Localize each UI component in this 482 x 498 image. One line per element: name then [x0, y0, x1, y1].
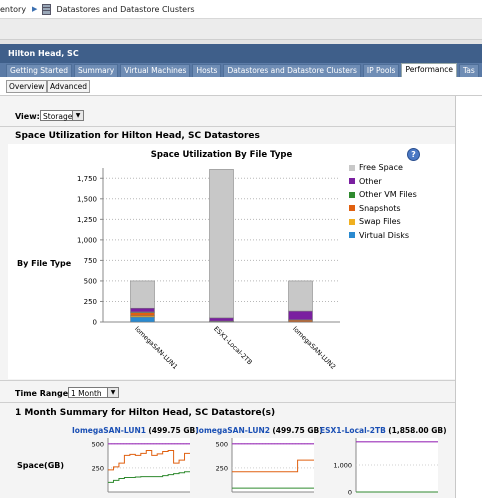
tab-summary[interactable]: Summary: [74, 64, 119, 77]
legend-label: Virtual Disks: [359, 230, 410, 240]
tab-hosts[interactable]: Hosts: [192, 64, 222, 77]
datastore-header: IomegaSAN-LUN1 (499.75 GB): [72, 426, 199, 435]
bar-segment: [130, 280, 155, 309]
x-tick-label: IomegaSAN-LUN2: [291, 325, 337, 371]
breadcrumb-current[interactable]: Datastores and Datastore Clusters: [56, 5, 194, 14]
tab-performance[interactable]: Performance: [401, 63, 457, 77]
right-panel: [456, 96, 482, 498]
mini-plot-area: [108, 438, 190, 492]
subtab-advanced[interactable]: Advanced: [47, 80, 91, 93]
space-utilization-chart: Space Utilization By File Type 0 250 500 750…: [77, 150, 340, 371]
y-tick-label: 1,250: [77, 216, 97, 224]
breadcrumb-separator-icon: ▶: [32, 5, 38, 13]
x-tick-label: IomegaSAN-LUN1: [133, 325, 179, 371]
mini-y-tick-label: 500: [92, 440, 104, 448]
mini-y-tick-label: 250: [92, 464, 104, 472]
chevron-down-icon: ▼: [72, 111, 83, 120]
view-select[interactable]: Storage ▼: [40, 110, 84, 121]
chevron-down-icon: ▼: [107, 388, 118, 397]
bar-segment: [288, 280, 313, 312]
legend-label: Snapshots: [359, 203, 401, 213]
datastore-link[interactable]: ESX1-Local-2TB: [320, 426, 386, 435]
divider: [0, 380, 455, 381]
y-tick-label: 1,000: [77, 236, 97, 244]
tab-ip-pools[interactable]: IP Pools: [362, 64, 400, 77]
tab-getting-started[interactable]: Getting Started: [6, 64, 72, 77]
subtab-bar: Overview Advanced: [0, 77, 482, 96]
mini-y-tick-label: 1,000: [333, 462, 352, 470]
section-title: Space Utilization for Hilton Head, SC Da…: [15, 131, 260, 141]
help-icon[interactable]: ?: [407, 148, 420, 161]
mini-chart-local: 1,000 0: [333, 438, 438, 497]
y-tick-label: 1,750: [77, 175, 97, 183]
datastore-link[interactable]: IomegaSAN-LUN1: [72, 426, 146, 435]
y-tick-label: 0: [93, 319, 97, 327]
legend-label: Other: [359, 176, 382, 186]
datastore-header: IomegaSAN-LUN2 (499.75 GB): [196, 426, 323, 435]
datastore-size: (499.75 GB): [148, 426, 199, 435]
mini-y-tick-label: 500: [216, 440, 228, 448]
legend-swatch: [349, 164, 355, 171]
legend-item: Other: [349, 177, 382, 186]
subtab-overview[interactable]: Overview: [6, 80, 48, 93]
y-tick-label: 500: [84, 277, 97, 285]
chart-title: Space Utilization By File Type: [151, 150, 293, 160]
datastore-size: (1,858.00 GB): [388, 426, 447, 435]
summary-title: 1 Month Summary for Hilton Head, SC Data…: [15, 408, 276, 418]
divider: [0, 126, 455, 127]
bar-segment: [130, 316, 155, 323]
space-label: Space(GB): [17, 461, 65, 470]
tab-datastores[interactable]: Datastores and Datastore Clusters: [223, 64, 361, 77]
legend-swatch: [349, 218, 355, 225]
legend-item: Other VM Files: [349, 190, 417, 199]
legend-label: Other VM Files: [359, 190, 417, 199]
view-select-value: Storage: [43, 112, 73, 121]
toolbar-area: [0, 19, 482, 40]
bar-segment: [130, 307, 155, 313]
mini-plot-area: [232, 438, 314, 492]
time-range-value: 1 Month: [71, 389, 102, 398]
y-tick-label: 750: [84, 257, 97, 265]
legend-swatch: [349, 232, 355, 238]
time-range-label: Time Range:: [15, 389, 72, 398]
bar-segment: [209, 317, 234, 322]
tab-tasks[interactable]: Tas: [458, 64, 479, 77]
mini-chart-lun2: 500 250: [216, 438, 314, 493]
legend-swatch: [349, 205, 355, 211]
legend-item: Snapshots: [349, 204, 401, 213]
legend-label: Free Space: [359, 163, 403, 172]
y-tick-label: 250: [84, 298, 97, 306]
bar-segment: [209, 169, 234, 319]
breadcrumb: entory ▶ Datastores and Datastore Cluste…: [0, 0, 482, 19]
datastore-size: (499.75 GB): [272, 426, 323, 435]
datastore-link[interactable]: IomegaSAN-LUN2: [196, 426, 270, 435]
mini-y-tick-label: 0: [348, 489, 352, 497]
mini-y-tick-label: 250: [216, 464, 228, 472]
datastore-header: ESX1-Local-2TB (1,858.00 GB): [320, 426, 447, 435]
object-title: Hilton Head, SC: [0, 44, 482, 63]
legend-item: Free Space: [349, 163, 403, 172]
breadcrumb-inventory[interactable]: entory: [0, 5, 26, 14]
bar-segment: [288, 310, 313, 320]
performance-content: View: Storage ▼ Space Utilization for Hi…: [0, 96, 456, 498]
datastore-icon: [42, 3, 52, 15]
legend-swatch: [349, 191, 355, 198]
tab-virtual-machines[interactable]: Virtual Machines: [120, 64, 191, 77]
mini-chart-lun1: 500 250: [92, 438, 190, 493]
bar-segment: [130, 312, 155, 317]
time-range-select[interactable]: 1 Month ▼: [68, 387, 119, 398]
legend-item: Swap Files: [349, 217, 401, 226]
x-tick-label: ESX1-Local-2TB: [212, 325, 254, 367]
legend-item: Virtual Disks: [349, 231, 409, 240]
legend-label: Swap Files: [359, 217, 401, 226]
divider: [0, 402, 455, 403]
view-label: View:: [15, 112, 40, 121]
legend-swatch: [349, 178, 355, 184]
tab-bar: Getting Started Summary Virtual Machines…: [0, 63, 482, 77]
y-tick-label: 1,500: [77, 195, 97, 203]
